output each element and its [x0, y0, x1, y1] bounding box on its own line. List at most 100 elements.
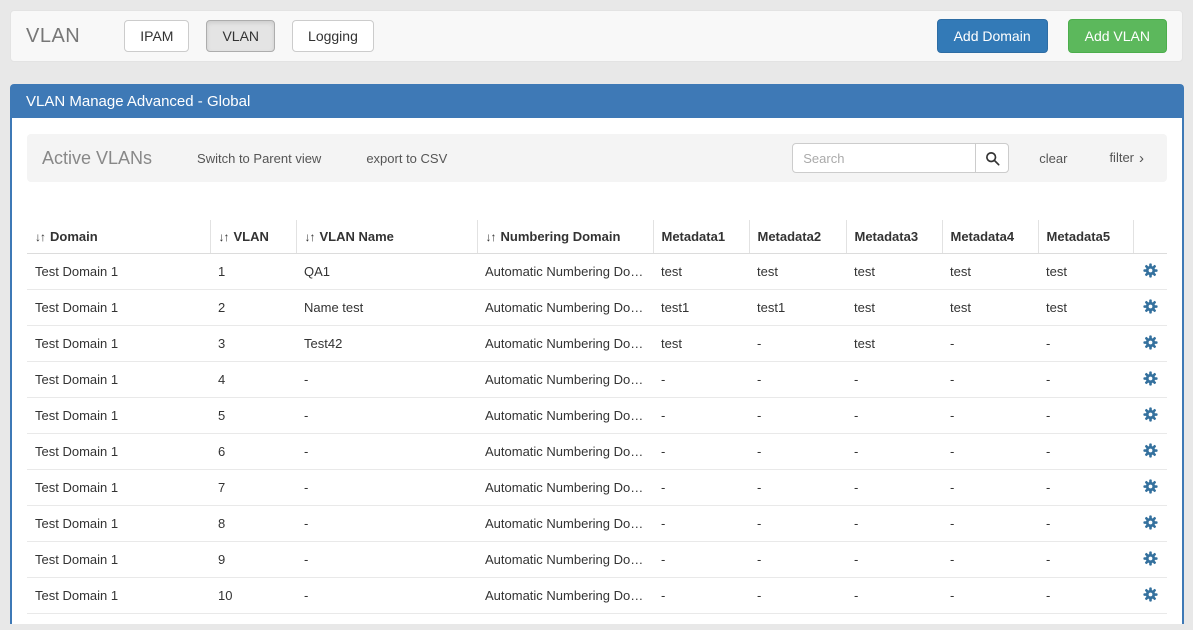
- table-row[interactable]: Test Domain 1 6 - Automatic Numbering Do…: [27, 434, 1167, 470]
- sort-icon: ↓↑: [305, 230, 315, 244]
- cell-metadata3: -: [846, 398, 942, 434]
- filter-link[interactable]: filter ›: [1109, 150, 1144, 167]
- cell-numbering-domain: Automatic Numbering Doma...: [477, 254, 653, 290]
- search-input[interactable]: [792, 143, 976, 173]
- cell-metadata2: test1: [749, 290, 846, 326]
- cell-metadata5: -: [1038, 362, 1133, 398]
- table-row[interactable]: Test Domain 1 9 - Automatic Numbering Do…: [27, 542, 1167, 578]
- column-header-domain[interactable]: ↓↑Domain: [27, 220, 210, 254]
- cell-metadata5: -: [1038, 398, 1133, 434]
- column-header-metadata5: Metadata5: [1038, 220, 1133, 254]
- cell-vlan: 7: [210, 470, 296, 506]
- cell-metadata1: -: [653, 398, 749, 434]
- cell-vlan-name: -: [296, 434, 477, 470]
- filter-link-label: filter: [1109, 150, 1134, 165]
- chevron-right-icon: ›: [1139, 150, 1144, 167]
- cell-actions: [1133, 470, 1167, 506]
- cell-metadata5: -: [1038, 542, 1133, 578]
- export-csv-link[interactable]: export to CSV: [366, 151, 447, 166]
- cell-metadata2: -: [749, 542, 846, 578]
- cell-numbering-domain: Automatic Numbering Doma...: [477, 506, 653, 542]
- page-title: VLAN: [26, 25, 80, 48]
- tab-vlan[interactable]: VLAN: [206, 20, 275, 52]
- cell-vlan: 3: [210, 326, 296, 362]
- cell-numbering-domain: Automatic Numbering Doma...: [477, 434, 653, 470]
- gear-icon[interactable]: [1143, 299, 1158, 314]
- gear-icon[interactable]: [1143, 479, 1158, 494]
- cell-domain: Test Domain 1: [27, 470, 210, 506]
- table-row[interactable]: Test Domain 1 8 - Automatic Numbering Do…: [27, 506, 1167, 542]
- gear-icon[interactable]: [1143, 551, 1158, 566]
- top-navbar: VLAN IPAM VLAN Logging Add Domain Add VL…: [10, 10, 1183, 62]
- cell-metadata5: -: [1038, 578, 1133, 614]
- gear-icon[interactable]: [1143, 371, 1158, 386]
- cell-metadata5: test: [1038, 290, 1133, 326]
- cell-numbering-domain: Automatic Numbering Doma...: [477, 290, 653, 326]
- cell-metadata1: -: [653, 362, 749, 398]
- cell-metadata2: -: [749, 434, 846, 470]
- cell-vlan: 4: [210, 362, 296, 398]
- table-row[interactable]: Test Domain 1 1 QA1 Automatic Numbering …: [27, 254, 1167, 290]
- gear-icon[interactable]: [1143, 515, 1158, 530]
- column-header-vlan-name[interactable]: ↓↑VLAN Name: [296, 220, 477, 254]
- gear-icon[interactable]: [1143, 443, 1158, 458]
- add-domain-button[interactable]: Add Domain: [937, 19, 1048, 53]
- cell-actions: [1133, 362, 1167, 398]
- table-row[interactable]: Test Domain 1 4 - Automatic Numbering Do…: [27, 362, 1167, 398]
- table-row[interactable]: Test Domain 1 3 Test42 Automatic Numberi…: [27, 326, 1167, 362]
- search-icon: [985, 151, 1000, 166]
- cell-metadata3: -: [846, 578, 942, 614]
- vlan-manage-panel: VLAN Manage Advanced - Global Active VLA…: [10, 84, 1184, 624]
- gear-icon[interactable]: [1143, 407, 1158, 422]
- cell-actions: [1133, 326, 1167, 362]
- cell-metadata1: -: [653, 506, 749, 542]
- cell-actions: [1133, 506, 1167, 542]
- cell-metadata2: -: [749, 578, 846, 614]
- table-toolbar: Active VLANs Switch to Parent view expor…: [27, 134, 1167, 182]
- cell-metadata4: -: [942, 506, 1038, 542]
- cell-metadata4: -: [942, 470, 1038, 506]
- cell-metadata3: test: [846, 326, 942, 362]
- cell-metadata1: -: [653, 470, 749, 506]
- column-header-metadata4: Metadata4: [942, 220, 1038, 254]
- switch-parent-view-link[interactable]: Switch to Parent view: [197, 151, 321, 166]
- cell-metadata3: -: [846, 362, 942, 398]
- sort-icon: ↓↑: [35, 230, 45, 244]
- column-header-numbering-domain[interactable]: ↓↑Numbering Domain: [477, 220, 653, 254]
- cell-domain: Test Domain 1: [27, 326, 210, 362]
- cell-metadata1: -: [653, 578, 749, 614]
- cell-domain: Test Domain 1: [27, 434, 210, 470]
- add-vlan-button[interactable]: Add VLAN: [1068, 19, 1167, 53]
- table-row[interactable]: Test Domain 1 10 - Automatic Numbering D…: [27, 578, 1167, 614]
- cell-metadata2: -: [749, 470, 846, 506]
- table-row[interactable]: Test Domain 1 5 - Automatic Numbering Do…: [27, 398, 1167, 434]
- column-header-metadata2: Metadata2: [749, 220, 846, 254]
- cell-metadata4: -: [942, 398, 1038, 434]
- cell-metadata5: -: [1038, 434, 1133, 470]
- cell-metadata1: test1: [653, 290, 749, 326]
- active-vlans-title: Active VLANs: [42, 148, 152, 169]
- cell-vlan-name: -: [296, 362, 477, 398]
- vlan-table: ↓↑Domain ↓↑VLAN ↓↑VLAN Name ↓↑Numbering …: [27, 220, 1167, 614]
- cell-metadata5: -: [1038, 506, 1133, 542]
- search-button[interactable]: [975, 143, 1009, 173]
- tab-ipam[interactable]: IPAM: [124, 20, 189, 52]
- cell-actions: [1133, 254, 1167, 290]
- cell-metadata3: test: [846, 290, 942, 326]
- table-row[interactable]: Test Domain 1 7 - Automatic Numbering Do…: [27, 470, 1167, 506]
- cell-domain: Test Domain 1: [27, 398, 210, 434]
- table-row[interactable]: Test Domain 1 2 Name test Automatic Numb…: [27, 290, 1167, 326]
- cell-metadata5: -: [1038, 326, 1133, 362]
- gear-icon[interactable]: [1143, 263, 1158, 278]
- cell-domain: Test Domain 1: [27, 290, 210, 326]
- cell-vlan: 2: [210, 290, 296, 326]
- cell-metadata4: -: [942, 578, 1038, 614]
- clear-filter-link[interactable]: clear: [1039, 151, 1067, 166]
- column-header-vlan[interactable]: ↓↑VLAN: [210, 220, 296, 254]
- gear-icon[interactable]: [1143, 587, 1158, 602]
- cell-metadata3: -: [846, 434, 942, 470]
- cell-vlan-name: Test42: [296, 326, 477, 362]
- tab-logging[interactable]: Logging: [292, 20, 374, 52]
- gear-icon[interactable]: [1143, 335, 1158, 350]
- cell-vlan: 1: [210, 254, 296, 290]
